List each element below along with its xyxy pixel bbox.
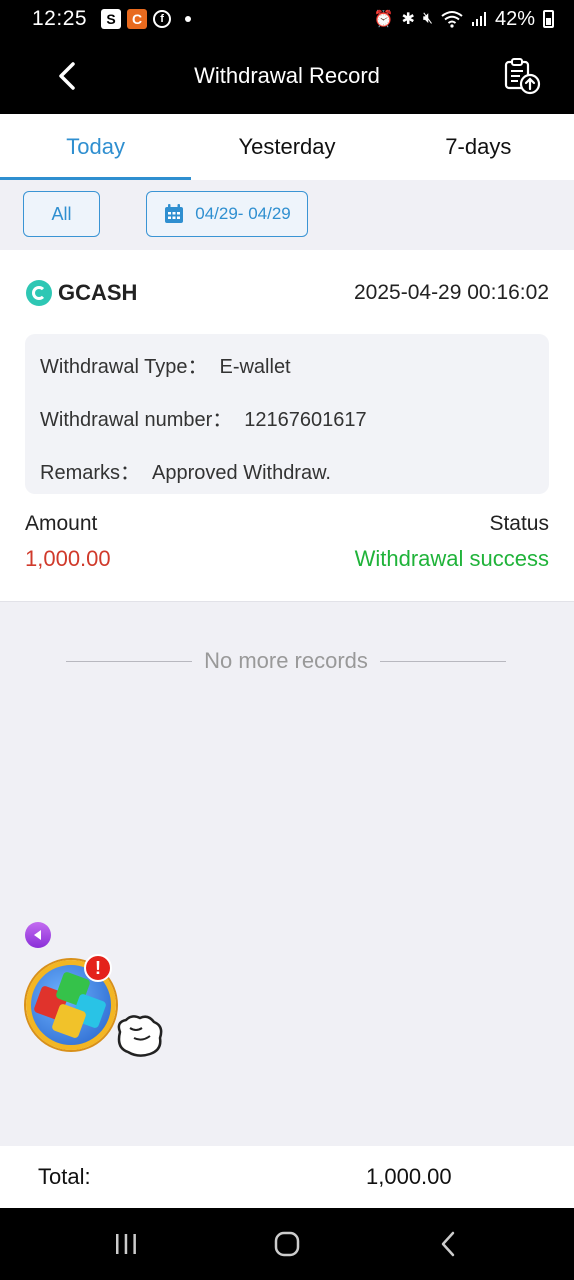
system-back-button[interactable] — [428, 1226, 468, 1262]
filter-row: All 04/29- 04/29 — [0, 180, 574, 250]
total-bar: Total: 1,000.00 — [0, 1146, 574, 1208]
calendar-icon — [165, 204, 184, 223]
page-title: Withdrawal Record — [194, 63, 380, 88]
back-icon — [441, 1231, 455, 1257]
home-button[interactable] — [267, 1226, 307, 1262]
remarks-row: Remarks： Approved Withdraw. — [40, 456, 331, 485]
wifi-icon — [441, 11, 463, 28]
app-c-icon: C — [127, 9, 148, 29]
status-bar: 12:25 S C f ⏰ ✱ 🔇︎ 42% — [0, 0, 574, 38]
bluetooth-icon: ✱ — [401, 11, 415, 28]
withdrawal-type-row: Withdrawal Type： E-wallet — [40, 350, 291, 379]
detail-value: 12167601617 — [244, 409, 367, 431]
pointing-glove-icon — [117, 1015, 163, 1057]
notification-icons: S C f — [101, 9, 192, 29]
date-range-button[interactable]: 04/29- 04/29 — [146, 191, 308, 237]
withdrawal-number-row: Withdrawal number： 12167601617 — [40, 403, 367, 432]
amount-label: Amount — [25, 512, 98, 535]
recent-apps-button[interactable] — [106, 1226, 146, 1262]
mute-icon: 🔇︎ — [422, 10, 433, 27]
back-button[interactable] — [52, 58, 82, 94]
no-more-records-text: No more records — [204, 648, 368, 673]
record-details: Withdrawal Type： E-wallet Withdrawal numb… — [25, 334, 549, 494]
record-datetime: 2025-04-29 00:16:02 — [354, 281, 549, 304]
record-header: GCASH 2025-04-29 00:16:02 — [26, 278, 549, 308]
recent-apps-icon — [116, 1234, 136, 1254]
tab-today[interactable]: Today — [0, 114, 192, 180]
alert-badge: ! — [84, 954, 112, 982]
home-icon — [274, 1231, 300, 1257]
signal-icon — [471, 12, 486, 26]
detail-value: Approved Withdraw. — [152, 462, 331, 484]
detail-label: Remarks： — [40, 462, 141, 484]
system-icons: ⏰ ✱ 🔇︎ 42% — [374, 8, 554, 31]
facebook-icon: f — [153, 10, 172, 28]
battery-icon — [543, 10, 554, 28]
tab-yesterday[interactable]: Yesterday — [191, 114, 382, 180]
chevron-left-icon — [59, 62, 75, 90]
gcash-logo-icon — [26, 280, 52, 306]
total-value: 1,000.00 — [366, 1164, 452, 1189]
export-record-button[interactable] — [502, 56, 542, 96]
tab-7-days[interactable]: 7-days — [383, 114, 574, 180]
more-notifications-dot-icon — [185, 16, 192, 22]
battery-percent: 42% — [494, 7, 535, 30]
divider — [379, 660, 506, 662]
divider — [66, 660, 193, 662]
alarm-icon: ⏰ — [373, 11, 394, 28]
detail-label: Withdrawal number： — [40, 409, 233, 431]
payment-method: GCASH — [58, 280, 138, 305]
detail-label: Withdrawal Type： — [40, 356, 208, 378]
withdrawal-record-card[interactable]: GCASH 2025-04-29 00:16:02 Withdrawal Typ… — [0, 250, 574, 602]
list-end-indicator: No more records — [66, 646, 506, 676]
date-tabs: Today Yesterday 7-days — [0, 114, 574, 180]
status-value: Withdrawal success — [354, 546, 549, 571]
total-label: Total: — [38, 1164, 91, 1189]
detail-value: E-wallet — [219, 356, 291, 378]
filter-all-button[interactable]: All — [23, 191, 100, 237]
collapse-widget-button[interactable] — [25, 922, 51, 948]
system-nav-bar — [0, 1208, 574, 1280]
clipboard-upload-icon — [504, 58, 541, 95]
status-label: Status — [489, 512, 549, 535]
app-s-icon: S — [101, 9, 122, 29]
triangle-left-icon — [34, 930, 41, 940]
status-time: 12:25 — [32, 7, 88, 30]
date-range-label: 04/29- 04/29 — [195, 204, 291, 223]
app-bar: Withdrawal Record — [0, 38, 574, 114]
amount-value: 1,000.00 — [25, 546, 111, 571]
